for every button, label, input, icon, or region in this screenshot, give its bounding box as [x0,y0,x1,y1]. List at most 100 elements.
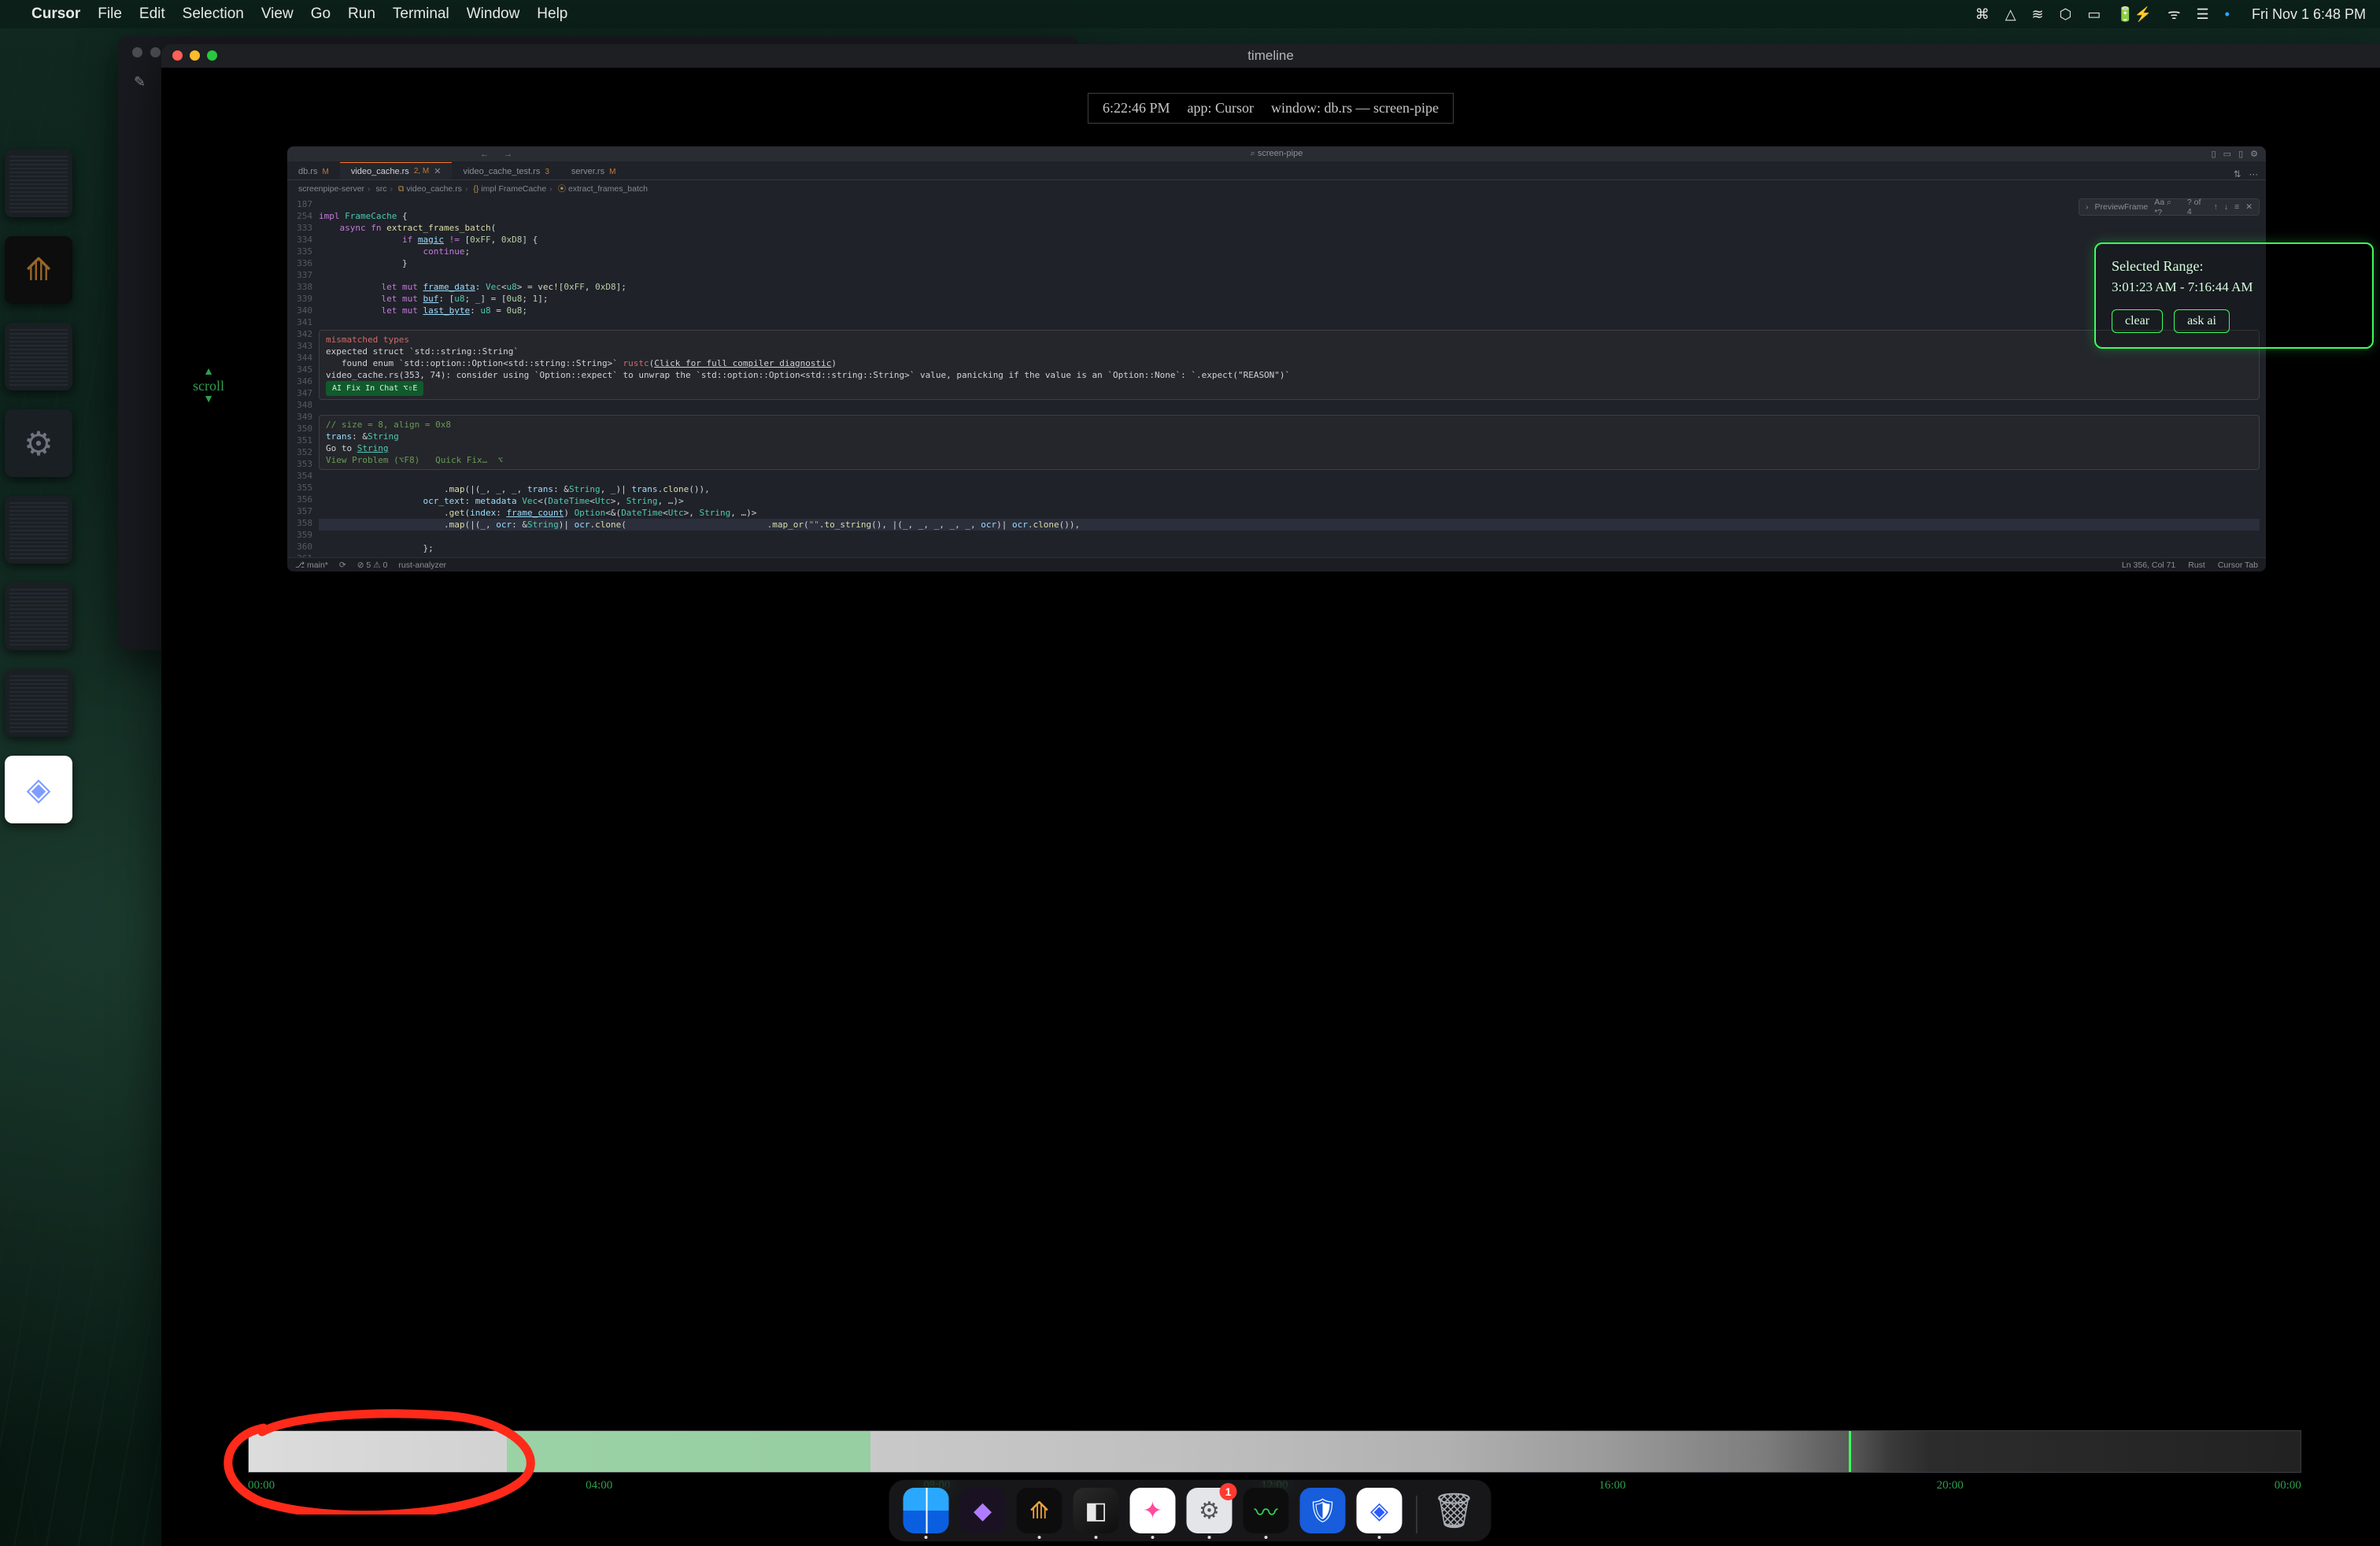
desktop-thumb-3[interactable] [5,496,72,564]
tick-4: 16:00 [1599,1479,1626,1492]
frame-time: 6:22:46 PM [1103,100,1170,117]
editor-layout-icons[interactable]: ▯ ▭ ▯ ⚙ [2212,149,2258,159]
dock-trash[interactable]: 🗑 [1432,1488,1477,1533]
dock-app-obsidian[interactable]: ◆ [960,1488,1006,1533]
menubar-screen-icon[interactable]: ▭ [2087,6,2101,23]
menu-view[interactable]: View [261,6,294,23]
timeline-cursor[interactable] [1849,1431,1851,1472]
dock-app-system-settings[interactable]: ⚙ 1 [1187,1488,1232,1533]
tab-db-rs[interactable]: db.rs M [287,164,340,179]
ai-fix-button[interactable]: AI Fix In Chat ⌥⇧E [326,381,423,396]
menu-help[interactable]: Help [537,6,567,23]
clear-button[interactable]: clear [2112,309,2163,333]
menubar-wifi-icon[interactable]: ᯤ [2168,5,2180,24]
menu-selection[interactable]: Selection [183,6,244,23]
panel-left-icon[interactable]: ▯ [2212,149,2216,159]
search-icon: ⌕ [1251,149,1255,158]
tick-6: 00:00 [2275,1479,2301,1492]
scroll-hint: ▲ scroll ▼ [193,367,224,405]
tab-server-rs[interactable]: server.rs M [560,164,627,179]
zoom-icon[interactable] [207,50,217,61]
diff-icon[interactable]: ⇅ [2234,168,2241,179]
status-branch[interactable]: ⎇ main* [295,560,328,570]
frame-window: window: db.rs — screen-pipe [1271,100,1439,117]
timeline-traffic-lights[interactable] [172,50,217,61]
more-icon[interactable]: ⋯ [2249,168,2259,179]
dock-badge: 1 [1220,1483,1237,1500]
status-lang[interactable]: Rust [2188,560,2205,570]
range-heading: Selected Range: [2112,258,2356,275]
timeline-window-title: timeline [1247,48,1294,64]
gear-icon[interactable]: ⚙ [2250,149,2258,159]
menu-window[interactable]: Window [467,6,520,23]
desktop-thumb-alacritty[interactable] [5,236,72,304]
bg-window-compose-icon[interactable]: ✎ [134,74,146,91]
menu-go[interactable]: Go [311,6,331,23]
tick-5: 20:00 [1937,1479,1964,1492]
tab-video-cache-test-rs[interactable]: video_cache_test.rs 3 [452,164,560,179]
menubar-clock[interactable]: Fri Nov 1 6:48 PM [2252,6,2366,23]
macos-menubar: Cursor File Edit Selection View Go Run T… [0,0,2380,28]
desktop-thumb-1[interactable] [5,150,72,217]
panel-bottom-icon[interactable]: ▭ [2223,149,2231,159]
scroll-up-icon: ▲ [193,367,224,378]
selected-range-panel: Selected Range: 3:01:23 AM - 7:16:44 AM … [2094,242,2374,349]
frame-info-pill: 6:22:46 PM app: Cursor window: db.rs — s… [1088,93,1454,124]
editor-status-bar[interactable]: ⎇ main* ⟳ ⊘ 5 ⚠ 0 rust-analyzer Ln 356, … [287,557,2266,571]
editor-preview: ← → ⌕ screen-pipe ▯ ▭ ▯ ⚙ db.rs M video_… [287,146,2266,571]
desktop-thumb-system-settings[interactable] [5,409,72,477]
panel-right-icon[interactable]: ▯ [2238,149,2243,159]
menubar-hex-icon[interactable]: ⬡ [2060,6,2072,23]
status-rust-analyzer[interactable]: rust-analyzer [398,560,446,570]
dock-app-finder[interactable] [904,1488,949,1533]
desktop-window-stack [5,150,72,823]
menubar-link-icon[interactable]: ⌘ [1975,6,1990,23]
menu-terminal[interactable]: Terminal [393,6,449,23]
menubar-dot-icon: • [2225,6,2230,23]
status-position[interactable]: Ln 356, Col 71 [2122,560,2175,570]
status-mode[interactable]: Cursor Tab [2218,560,2258,570]
editor-tabs[interactable]: db.rs M video_cache.rs 2, M ✕ video_cach… [287,161,2266,180]
desktop-thumb-5[interactable] [5,669,72,737]
dock-app-tauri[interactable]: ◈ [1357,1488,1402,1533]
timeline-window: timeline 6:22:46 PM app: Cursor window: … [161,44,2380,1546]
tab-video-cache-rs[interactable]: video_cache.rs 2, M ✕ [340,162,453,179]
dock-app-arc[interactable]: ✦ [1130,1488,1176,1533]
tick-1: 04:00 [586,1479,612,1492]
desktop-thumb-2[interactable] [5,323,72,390]
macos-dock[interactable]: ◆ ⟰ ◧ ✦ ⚙ 1 〰 🛡 ◈ 🗑 [889,1480,1491,1541]
menubar-control-center-icon[interactable]: ☰ [2197,6,2209,23]
ask-ai-button[interactable]: ask ai [2174,309,2230,333]
editor-breadcrumbs[interactable]: screenpipe-server› src› ⧉ video_cache.rs… [287,180,2266,197]
menubar-triangle-icon[interactable]: △ [2005,6,2016,23]
editor-search-box[interactable]: ⌕ screen-pipe [1251,149,1303,159]
close-icon[interactable] [172,50,183,61]
dock-app-cursor[interactable]: ◧ [1074,1488,1119,1533]
menu-file[interactable]: File [98,6,122,23]
editor-code[interactable]: impl FrameCache { async fn extract_frame… [319,197,2266,560]
status-sync-icon[interactable]: ⟳ [339,560,346,570]
status-problems[interactable]: ⊘ 5 ⚠ 0 [357,560,388,570]
tick-0: 00:00 [248,1479,275,1492]
frame-app: app: Cursor [1188,100,1255,117]
timeline-selection[interactable] [507,1431,870,1472]
scroll-down-icon: ▼ [193,394,224,405]
desktop-thumb-4[interactable] [5,583,72,650]
dock-app-alacritty[interactable]: ⟰ [1017,1488,1062,1533]
menubar-app-name[interactable]: Cursor [31,6,80,23]
menubar-stack-icon[interactable]: ≋ [2031,6,2043,23]
editor-nav-arrows[interactable]: ← → [480,150,519,159]
dock-app-bitwarden[interactable]: 🛡 [1300,1488,1346,1533]
timeline-titlebar[interactable]: timeline [161,44,2380,68]
timeline-track[interactable] [248,1430,2301,1473]
menubar-battery-icon[interactable]: 🔋⚡ [2116,6,2152,23]
desktop-thumb-tauri[interactable] [5,756,72,823]
range-value: 3:01:23 AM - 7:16:44 AM [2112,279,2356,295]
minimize-icon[interactable] [190,50,200,61]
menu-run[interactable]: Run [348,6,375,23]
editor-top-bar: ← → ⌕ screen-pipe ▯ ▭ ▯ ⚙ [287,146,2266,161]
tab-close-icon[interactable]: ✕ [434,166,441,176]
menu-edit[interactable]: Edit [139,6,165,23]
dock-app-activity[interactable]: 〰 [1244,1488,1289,1533]
editor-gutter: 187 254 333 334 335 336 337 338 339 340 … [287,197,319,560]
